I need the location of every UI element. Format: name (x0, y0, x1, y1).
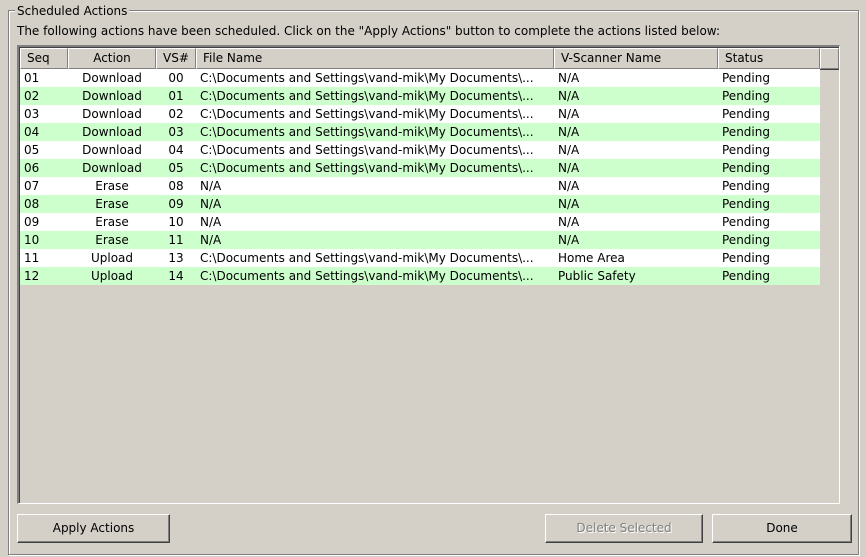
column-header-status[interactable]: Status (718, 48, 820, 69)
cell-action: Erase (95, 215, 129, 229)
cell-status: Pending (722, 233, 770, 247)
list-header: Seq Action VS# File Name V-Scanner Name … (20, 48, 839, 69)
column-header-v-scanner-name[interactable]: V-Scanner Name (554, 48, 718, 69)
table-row[interactable]: 01 Download 00 C:\Documents and Settings\va… (20, 69, 820, 87)
cell-seq: 07 (24, 179, 40, 193)
apply-actions-button[interactable]: Apply Actions (17, 514, 170, 543)
cell-status: Pending (722, 179, 770, 193)
delete-selected-button[interactable]: Delete Selected (545, 514, 703, 543)
cell-status: Pending (722, 215, 770, 229)
cell-v-scanner-name: N/A (558, 125, 580, 139)
cell-file-name: N/A (200, 179, 222, 193)
cell-action: Download (82, 125, 142, 139)
cell-file-name: C:\Documents and Settings\vand-mik\My Do… (200, 125, 534, 139)
cell-file-name: C:\Documents and Settings\vand-mik\My Do… (200, 161, 534, 175)
cell-file-name: C:\Documents and Settings\vand-mik\My Do… (200, 251, 534, 265)
instructions-text: The following actions have been schedule… (17, 24, 720, 38)
cell-action: Upload (90, 251, 134, 265)
cell-vs: 01 (168, 89, 184, 103)
cell-vs: 02 (168, 107, 184, 121)
cell-seq: 12 (24, 269, 40, 283)
list-rows: 01 Download 00 C:\Documents and Settings\va… (20, 69, 839, 285)
cell-v-scanner-name: Home Area (558, 251, 625, 265)
column-header-vs[interactable]: VS# (156, 48, 196, 69)
cell-action: Erase (95, 179, 129, 193)
cell-file-name: C:\Documents and Settings\vand-mik\My Do… (200, 107, 534, 121)
cell-action: Download (82, 161, 142, 175)
cell-file-name: C:\Documents and Settings\vand-mik\My Do… (200, 71, 534, 85)
cell-v-scanner-name: N/A (558, 161, 580, 175)
table-row[interactable]: 11 Upload 13 C:\Documents and Settings\vand… (20, 249, 820, 267)
cell-v-scanner-name: N/A (558, 233, 580, 247)
cell-vs: 03 (168, 125, 184, 139)
cell-status: Pending (722, 143, 770, 157)
done-button[interactable]: Done (712, 514, 852, 543)
cell-seq: 08 (24, 197, 40, 211)
cell-status: Pending (722, 251, 770, 265)
cell-status: Pending (722, 269, 770, 283)
table-row[interactable]: 07 Erase 08 N/A N/A Pending (20, 177, 820, 195)
cell-seq: 11 (24, 251, 40, 265)
cell-v-scanner-name: N/A (558, 143, 580, 157)
cell-vs: 10 (168, 215, 184, 229)
column-header-seq[interactable]: Seq (20, 48, 68, 69)
cell-v-scanner-name: N/A (558, 179, 580, 193)
cell-vs: 08 (168, 179, 184, 193)
cell-seq: 05 (24, 143, 40, 157)
table-row[interactable]: 02 Download 01 C:\Documents and Settings\va… (20, 87, 820, 105)
cell-file-name: N/A (200, 233, 222, 247)
cell-seq: 01 (24, 71, 40, 85)
table-row[interactable]: 08 Erase 09 N/A N/A Pending (20, 195, 820, 213)
cell-vs: 00 (168, 71, 184, 85)
cell-file-name: N/A (200, 215, 222, 229)
cell-action: Download (82, 89, 142, 103)
cell-status: Pending (722, 89, 770, 103)
cell-action: Upload (90, 269, 134, 283)
cell-vs: 14 (168, 269, 184, 283)
cell-seq: 03 (24, 107, 40, 121)
cell-v-scanner-name: N/A (558, 107, 580, 121)
cell-status: Pending (722, 107, 770, 121)
column-header-file-name[interactable]: File Name (196, 48, 554, 69)
table-row[interactable]: 12 Upload 14 C:\Documents and Settings\vand… (20, 267, 820, 285)
cell-status: Pending (722, 197, 770, 211)
cell-seq: 06 (24, 161, 40, 175)
cell-v-scanner-name: N/A (558, 71, 580, 85)
table-row[interactable]: 10 Erase 11 N/A N/A Pending (20, 231, 820, 249)
cell-v-scanner-name: N/A (558, 215, 580, 229)
table-row[interactable]: 09 Erase 10 N/A N/A Pending (20, 213, 820, 231)
cell-vs: 04 (168, 143, 184, 157)
cell-action: Erase (95, 233, 129, 247)
cell-vs: 09 (168, 197, 184, 211)
cell-action: Download (82, 143, 142, 157)
cell-action: Erase (95, 197, 129, 211)
cell-file-name: N/A (200, 197, 222, 211)
cell-seq: 04 (24, 125, 40, 139)
column-header-action[interactable]: Action (68, 48, 156, 69)
cell-vs: 05 (168, 161, 184, 175)
cell-v-scanner-name: N/A (558, 197, 580, 211)
cell-file-name: C:\Documents and Settings\vand-mik\My Do… (200, 269, 534, 283)
cell-seq: 09 (24, 215, 40, 229)
table-row[interactable]: 04 Download 03 C:\Documents and Settings\va… (20, 123, 820, 141)
cell-action: Download (82, 71, 142, 85)
cell-file-name: C:\Documents and Settings\vand-mik\My Do… (200, 89, 534, 103)
cell-v-scanner-name: Public Safety (558, 269, 636, 283)
cell-status: Pending (722, 125, 770, 139)
cell-seq: 10 (24, 233, 40, 247)
cell-file-name: C:\Documents and Settings\vand-mik\My Do… (200, 143, 534, 157)
scheduled-actions-list[interactable]: Seq Action VS# File Name V-Scanner Name … (17, 45, 840, 504)
cell-status: Pending (722, 71, 770, 85)
group-title: Scheduled Actions (15, 4, 130, 18)
table-row[interactable]: 06 Download 05 C:\Documents and Settings\va… (20, 159, 820, 177)
column-header-filler (820, 48, 839, 69)
table-row[interactable]: 03 Download 02 C:\Documents and Settings\va… (20, 105, 820, 123)
cell-v-scanner-name: N/A (558, 89, 580, 103)
table-row[interactable]: 05 Download 04 C:\Documents and Settings\va… (20, 141, 820, 159)
cell-action: Download (82, 107, 142, 121)
cell-seq: 02 (24, 89, 40, 103)
cell-vs: 11 (168, 233, 184, 247)
cell-vs: 13 (168, 251, 184, 265)
cell-status: Pending (722, 161, 770, 175)
